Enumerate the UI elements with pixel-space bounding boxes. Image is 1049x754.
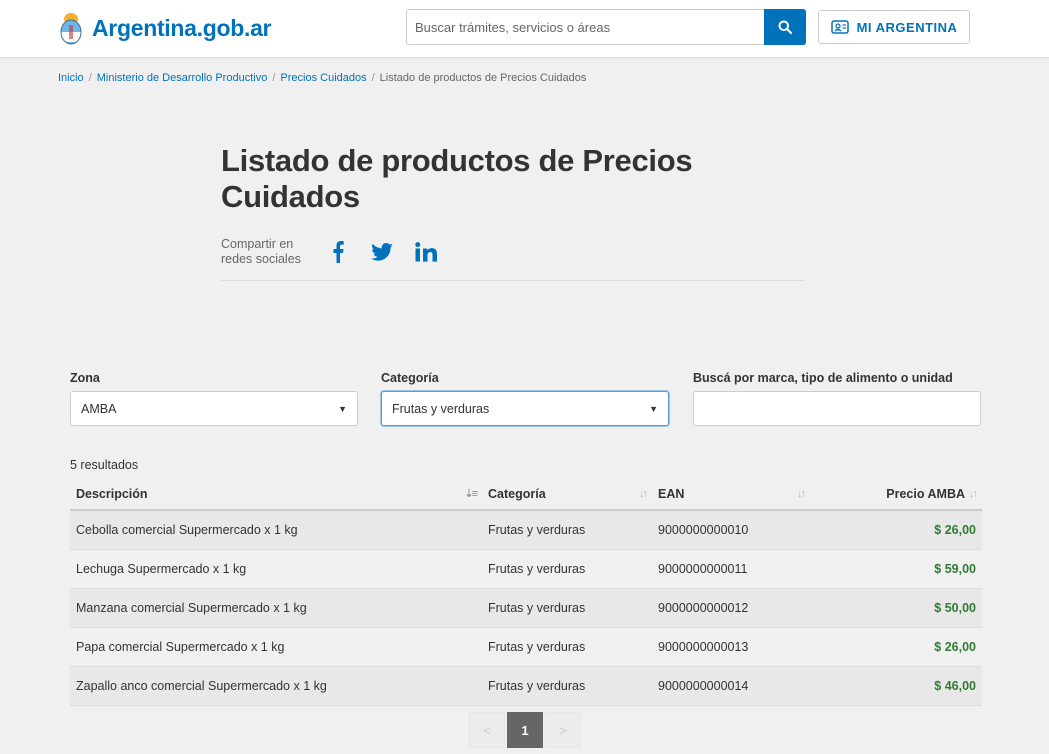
twitter-icon <box>371 243 393 261</box>
cell-categoria: Frutas y verduras <box>482 588 652 628</box>
cell-precio: $ 26,00 <box>810 627 982 667</box>
table-row: Zapallo anco comercial Supermercado x 1 … <box>70 666 982 706</box>
coat-of-arms-icon <box>60 13 82 45</box>
pagination-next-button[interactable]: > <box>545 712 581 748</box>
cell-categoria: Frutas y verduras <box>482 627 652 667</box>
categoria-filter: Categoría Frutas y verduras ▼ <box>381 371 669 426</box>
column-header-ean[interactable]: EAN ↓↑ <box>652 478 810 511</box>
mi-argentina-label: MI ARGENTINA <box>856 19 958 35</box>
zona-label: Zona <box>70 371 100 385</box>
cell-descripcion: Zapallo anco comercial Supermercado x 1 … <box>70 666 482 706</box>
cell-ean: 9000000000012 <box>652 588 810 628</box>
table-header-row: Descripción ⇣≡ Categoría ↓↑ EAN ↓↑ Preci… <box>70 478 982 511</box>
cell-ean: 9000000000014 <box>652 666 810 706</box>
table-row: Cebolla comercial Supermercado x 1 kg Fr… <box>70 510 982 550</box>
pagination-page-1[interactable]: 1 <box>507 712 543 748</box>
page-title: Listado de productos de Precios Cuidados <box>221 143 693 214</box>
site-search-button[interactable] <box>764 9 806 45</box>
product-search-input[interactable] <box>693 391 981 426</box>
facebook-icon <box>333 241 344 263</box>
table-row: Papa comercial Supermercado x 1 kg Fruta… <box>70 627 982 667</box>
cell-precio: $ 50,00 <box>810 588 982 628</box>
site-logo[interactable]: Argentina.gob.ar <box>58 10 272 46</box>
mi-argentina-button[interactable]: MI ARGENTINA <box>818 10 970 44</box>
chevron-down-icon: ▼ <box>338 403 347 414</box>
social-share: Compartir en redes sociales <box>221 237 443 267</box>
cell-precio: $ 46,00 <box>810 666 982 706</box>
cell-descripcion: Papa comercial Supermercado x 1 kg <box>70 627 482 667</box>
cell-categoria: Frutas y verduras <box>482 549 652 589</box>
breadcrumb-item-ministerio[interactable]: Ministerio de Desarrollo Productivo <box>97 72 268 84</box>
share-linkedin-button[interactable] <box>409 237 443 267</box>
sort-ascending-icon: ⇣≡ <box>464 488 478 500</box>
breadcrumb-current: Listado de productos de Precios Cuidados <box>379 72 587 84</box>
site-search-input[interactable] <box>406 9 764 45</box>
product-search-label: Buscá por marca, tipo de alimento o unid… <box>693 371 953 385</box>
cell-ean: 9000000000011 <box>652 549 810 589</box>
results-count: 5 resultados <box>70 458 139 472</box>
zona-select[interactable]: AMBA ▼ <box>70 391 358 426</box>
column-header-descripcion-label: Descripción <box>76 486 148 501</box>
title-divider <box>221 280 804 281</box>
linkedin-icon <box>415 242 437 262</box>
cell-ean: 9000000000010 <box>652 510 810 550</box>
share-twitter-button[interactable] <box>365 237 399 267</box>
breadcrumb-separator: / <box>272 72 276 84</box>
column-header-categoria[interactable]: Categoría ↓↑ <box>482 478 652 511</box>
zona-filter: Zona AMBA ▼ <box>70 371 358 426</box>
pagination-prev-button[interactable]: < <box>469 712 505 748</box>
cell-descripcion: Manzana comercial Supermercado x 1 kg <box>70 588 482 628</box>
cell-categoria: Frutas y verduras <box>482 666 652 706</box>
cell-categoria: Frutas y verduras <box>482 510 652 550</box>
categoria-label: Categoría <box>381 371 439 385</box>
share-facebook-button[interactable] <box>321 237 355 267</box>
zona-select-value: AMBA <box>81 401 117 416</box>
site-header: Argentina.gob.ar MI ARGENTINA <box>0 0 1049 58</box>
categoria-select-value: Frutas y verduras <box>392 401 490 416</box>
search-icon <box>778 20 792 34</box>
pagination: < 1 > <box>469 712 581 748</box>
column-header-ean-label: EAN <box>658 486 685 501</box>
cell-descripcion: Lechuga Supermercado x 1 kg <box>70 549 482 589</box>
cell-ean: 9000000000013 <box>652 627 810 667</box>
product-search-filter: Buscá por marca, tipo de alimento o unid… <box>693 371 981 426</box>
categoria-select[interactable]: Frutas y verduras ▼ <box>381 391 669 426</box>
share-label-line-1: Compartir en <box>221 237 294 251</box>
table-row: Lechuga Supermercado x 1 kg Frutas y ver… <box>70 549 982 589</box>
table-row: Manzana comercial Supermercado x 1 kg Fr… <box>70 588 982 628</box>
cell-precio: $ 59,00 <box>810 549 982 589</box>
id-card-icon <box>830 20 849 34</box>
sort-icon: ↓↑ <box>797 487 806 500</box>
column-header-precio-label: Precio AMBA <box>886 486 965 501</box>
logo-text: Argentina.gob.ar <box>92 14 272 41</box>
cell-descripcion: Cebolla comercial Supermercado x 1 kg <box>70 510 482 550</box>
sort-icon: ↓↑ <box>639 487 648 500</box>
site-search <box>406 9 806 45</box>
sort-icon: ↓↑ <box>969 487 978 500</box>
column-header-categoria-label: Categoría <box>488 486 546 501</box>
products-table: Descripción ⇣≡ Categoría ↓↑ EAN ↓↑ Preci… <box>70 478 982 706</box>
column-header-descripcion[interactable]: Descripción ⇣≡ <box>70 478 482 511</box>
breadcrumb-item-precios-cuidados[interactable]: Precios Cuidados <box>280 72 366 84</box>
breadcrumb: Inicio / Ministerio de Desarrollo Produc… <box>58 72 586 84</box>
breadcrumb-separator: / <box>371 72 375 84</box>
column-header-precio[interactable]: Precio AMBA ↓↑ <box>810 478 982 511</box>
share-label-line-2: redes sociales <box>221 252 301 266</box>
chevron-down-icon: ▼ <box>649 403 658 414</box>
breadcrumb-item-inicio[interactable]: Inicio <box>58 72 84 84</box>
breadcrumb-separator: / <box>88 72 92 84</box>
cell-precio: $ 26,00 <box>810 510 982 550</box>
share-label: Compartir en redes sociales <box>221 237 311 267</box>
